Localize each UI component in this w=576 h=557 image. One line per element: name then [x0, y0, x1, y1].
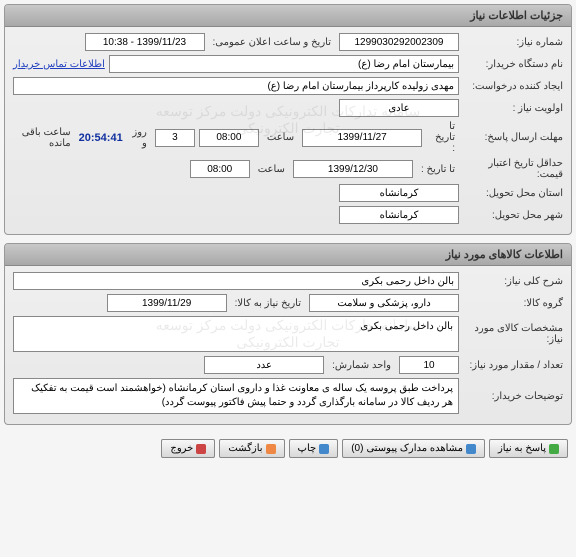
- buyer-device-field[interactable]: [109, 55, 459, 73]
- exit-button-label: خروج: [170, 443, 193, 454]
- delivery-province-field[interactable]: [339, 184, 459, 202]
- general-desc-label: شرح کلی نیاز:: [463, 276, 563, 287]
- reply-button-label: پاسخ به نیاز: [498, 443, 546, 454]
- attachments-icon: [466, 444, 476, 454]
- deadline-label: مهلت ارسال پاسخ:: [463, 132, 563, 143]
- goods-spec-label: مشخصات کالای مورد نیاز:: [463, 323, 563, 345]
- deadline-time-field[interactable]: [199, 129, 259, 147]
- requester-field[interactable]: [13, 77, 459, 95]
- need-number-field[interactable]: [339, 33, 459, 51]
- goods-group-field[interactable]: [309, 294, 459, 312]
- priority-field[interactable]: [339, 99, 459, 117]
- reply-button[interactable]: پاسخ به نیاز: [489, 439, 568, 458]
- qty-field[interactable]: [399, 356, 459, 374]
- countdown-timer: 20:54:41: [79, 132, 123, 144]
- back-icon: [266, 444, 276, 454]
- print-icon: [319, 444, 329, 454]
- print-button[interactable]: چاپ: [289, 439, 339, 458]
- need-details-header: جزئیات اطلاعات نیاز: [5, 5, 571, 27]
- button-bar: پاسخ به نیاز مشاهده مدارک پیوستی (0) چاپ…: [4, 433, 572, 464]
- buyer-notes-label: توضیحات خریدار:: [463, 391, 563, 402]
- days-field[interactable]: [155, 129, 195, 147]
- announce-label: تاریخ و ساعت اعلان عمومی:: [209, 37, 336, 48]
- qty-label: تعداد / مقدار مورد نیاز:: [463, 360, 563, 371]
- announce-field[interactable]: [85, 33, 205, 51]
- requester-label: ایجاد کننده درخواست:: [463, 81, 563, 92]
- buyer-notes-field[interactable]: [13, 378, 459, 414]
- general-desc-field[interactable]: [13, 272, 459, 290]
- delivery-city-field[interactable]: [339, 206, 459, 224]
- time-label-1: ساعت: [263, 132, 298, 143]
- reply-icon: [549, 444, 559, 454]
- attachments-button[interactable]: مشاهده مدارک پیوستی (0): [342, 439, 485, 458]
- exit-icon: [196, 444, 206, 454]
- back-button[interactable]: بازگشت: [219, 439, 284, 458]
- deadline-date-field[interactable]: [302, 129, 422, 147]
- attachments-count: (0): [351, 443, 363, 454]
- buyer-contact-link[interactable]: اطلاعات تماس خریدار: [13, 59, 105, 70]
- goods-group-label: گروه کالا:: [463, 298, 563, 309]
- need-by-date-field[interactable]: [107, 294, 227, 312]
- goods-info-header: اطلاعات کالاهای مورد نیاز: [5, 244, 571, 266]
- time-label-2: ساعت: [254, 164, 289, 175]
- unit-field[interactable]: [204, 356, 324, 374]
- back-button-label: بازگشت: [228, 443, 262, 454]
- buyer-device-label: نام دستگاه خریدار:: [463, 59, 563, 70]
- unit-label: واحد شمارش:: [328, 360, 395, 371]
- need-by-date-label: تاریخ نیاز به کالا:: [231, 298, 305, 309]
- validity-date-field[interactable]: [293, 160, 413, 178]
- remaining-label: ساعت باقی مانده: [13, 127, 75, 149]
- delivery-province-label: استان محل تحویل:: [463, 188, 563, 199]
- delivery-city-label: شهر محل تحویل:: [463, 210, 563, 221]
- need-number-label: شماره نیاز:: [463, 37, 563, 48]
- goods-info-panel: اطلاعات کالاهای مورد نیاز سامانه تدارکات…: [4, 243, 572, 425]
- min-validity-label: حداقل تاریخ اعتبار قیمت:: [463, 158, 563, 180]
- attachments-button-label: مشاهده مدارک پیوستی: [366, 443, 463, 454]
- priority-label: اولویت نیاز :: [463, 103, 563, 114]
- print-button-label: چاپ: [298, 443, 317, 454]
- days-label: روز و: [127, 127, 151, 149]
- validity-time-field[interactable]: [190, 160, 250, 178]
- exit-button[interactable]: خروج: [161, 439, 215, 458]
- goods-spec-field[interactable]: [13, 316, 459, 352]
- to-date-label: تا تاریخ :: [426, 121, 459, 154]
- need-details-panel: جزئیات اطلاعات نیاز سامانه تدارکات الکتر…: [4, 4, 572, 235]
- to-date-label-2: تا تاریخ :: [417, 164, 459, 175]
